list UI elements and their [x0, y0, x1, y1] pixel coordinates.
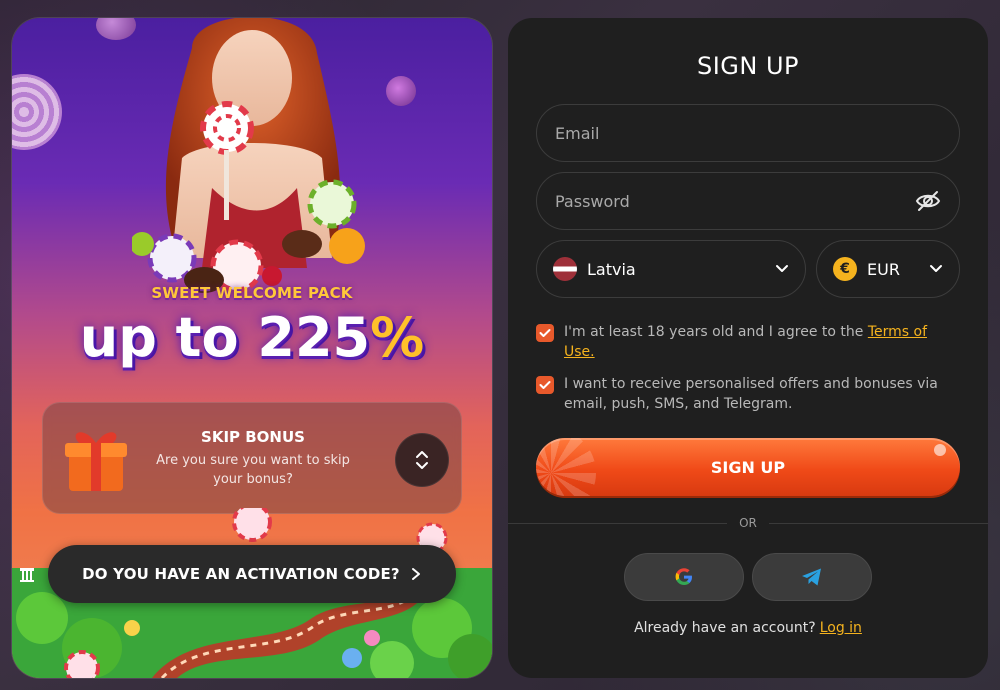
pillar-icon [20, 568, 34, 582]
or-divider: OR [508, 515, 989, 531]
divider-line [768, 522, 989, 524]
chevron-down-icon [776, 265, 788, 272]
telegram-icon [802, 568, 821, 586]
activation-code-label: DO YOU HAVE AN ACTIVATION CODE? [82, 565, 400, 583]
promo-value: up to 225% [12, 304, 492, 372]
age-consent-checkbox[interactable] [536, 324, 554, 342]
skip-bonus-title: SKIP BONUS [201, 428, 305, 446]
or-label: OR [739, 516, 757, 530]
age-consent-label: I'm at least 18 years old and I agree to… [564, 324, 864, 340]
password-field[interactable] [536, 172, 960, 230]
latvia-flag-icon [553, 257, 577, 281]
login-prompt: Already have an account? Log in [508, 620, 988, 636]
eye-off-icon [915, 191, 941, 211]
telegram-login-button[interactable] [752, 553, 872, 601]
promo-panel: SWEET WELCOME PACK up to 225% SKIP BONUS… [12, 18, 492, 678]
skip-bonus-toggle[interactable] [395, 433, 449, 487]
divider-line [508, 522, 728, 524]
offers-consent-checkbox[interactable] [536, 376, 554, 394]
google-icon [675, 568, 692, 585]
login-prompt-text: Already have an account? [634, 620, 816, 636]
expand-icon [416, 451, 428, 469]
euro-coin-icon: € [833, 257, 857, 281]
promo-value-amount: up to 225 [79, 306, 371, 369]
promo-label: SWEET WELCOME PACK [151, 284, 353, 302]
chevron-right-icon [411, 568, 420, 580]
promo-value-percent: % [370, 306, 425, 369]
skip-bonus-card: SKIP BONUS Are you sure you want to skip… [42, 402, 462, 514]
check-icon [539, 381, 551, 389]
password-visibility-toggle[interactable] [915, 188, 941, 214]
gift-icon [65, 432, 127, 491]
offers-consent-text: I want to receive personalised offers an… [564, 376, 938, 412]
offers-consent-row: I want to receive personalised offers an… [536, 374, 956, 414]
chevron-down-icon [930, 265, 942, 272]
country-select[interactable]: Latvia [536, 240, 806, 298]
signup-form-panel: SIGN UP Latvia € EUR [508, 18, 989, 678]
candy-ball-decoration [96, 18, 136, 40]
currency-select-value: EUR [867, 259, 900, 279]
lollipop-decoration [12, 74, 62, 150]
age-consent-text: I'm at least 18 years old and I agree to… [564, 322, 956, 362]
signup-button-label: SIGN UP [710, 457, 786, 477]
form-title: SIGN UP [696, 52, 800, 80]
password-input[interactable] [555, 191, 915, 211]
email-input[interactable] [555, 123, 941, 143]
skip-bonus-description: Are you sure you want to skip your bonus… [156, 453, 350, 487]
login-link[interactable]: Log in [820, 620, 862, 636]
currency-select[interactable]: € EUR [816, 240, 960, 298]
email-field[interactable] [536, 104, 960, 162]
country-select-value: Latvia [587, 259, 636, 279]
swirl-decoration [536, 438, 596, 496]
activation-code-button[interactable]: DO YOU HAVE AN ACTIVATION CODE? [48, 545, 456, 603]
signup-button[interactable]: SIGN UP [536, 438, 960, 496]
gloss-decoration [934, 444, 946, 456]
candy-ball-decoration [386, 76, 416, 106]
check-icon [539, 329, 551, 337]
promo-illustration [132, 18, 365, 293]
google-login-button[interactable] [624, 553, 744, 601]
age-consent-row: I'm at least 18 years old and I agree to… [536, 322, 956, 362]
